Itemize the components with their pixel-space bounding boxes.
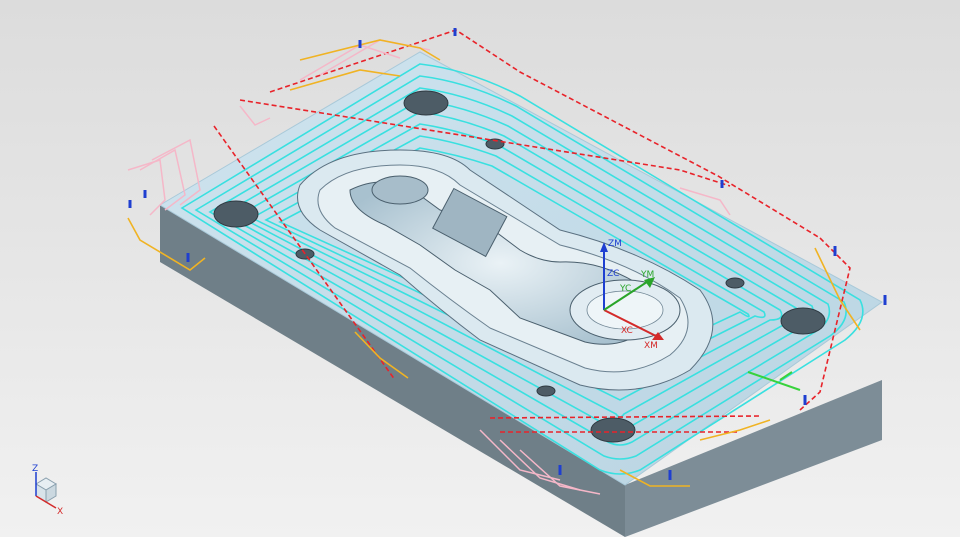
hole-top[interactable]	[403, 90, 449, 116]
wcs-zc-label: ZC	[607, 269, 619, 279]
small-hole-4[interactable]	[536, 385, 556, 397]
small-hole-2[interactable]	[295, 248, 315, 260]
triad-x-label: X	[57, 507, 63, 517]
engage-left-1[interactable]	[127, 159, 166, 216]
wcs-xc-label: XC	[621, 326, 633, 336]
engage-top-3[interactable]	[239, 105, 271, 126]
wcs-zm-label: ZM	[608, 239, 622, 249]
triad-z-label: Z	[32, 464, 38, 474]
hole-left[interactable]	[213, 200, 259, 228]
small-hole-3[interactable]	[725, 277, 745, 289]
cam-scene[interactable]: ZM ZC YM YC XC XM	[0, 0, 960, 537]
view-triad[interactable]: Z X	[22, 462, 72, 517]
slot-neck	[371, 175, 429, 205]
wcs-yc-label: YC	[619, 284, 631, 294]
wcs-ym-label: YM	[640, 270, 654, 280]
wcs-xm-label: XM	[644, 341, 658, 351]
hole-bottom[interactable]	[590, 417, 636, 443]
graphics-window[interactable]: ZM ZC YM YC XC XM Z X	[0, 0, 960, 537]
hole-right[interactable]	[780, 307, 826, 335]
